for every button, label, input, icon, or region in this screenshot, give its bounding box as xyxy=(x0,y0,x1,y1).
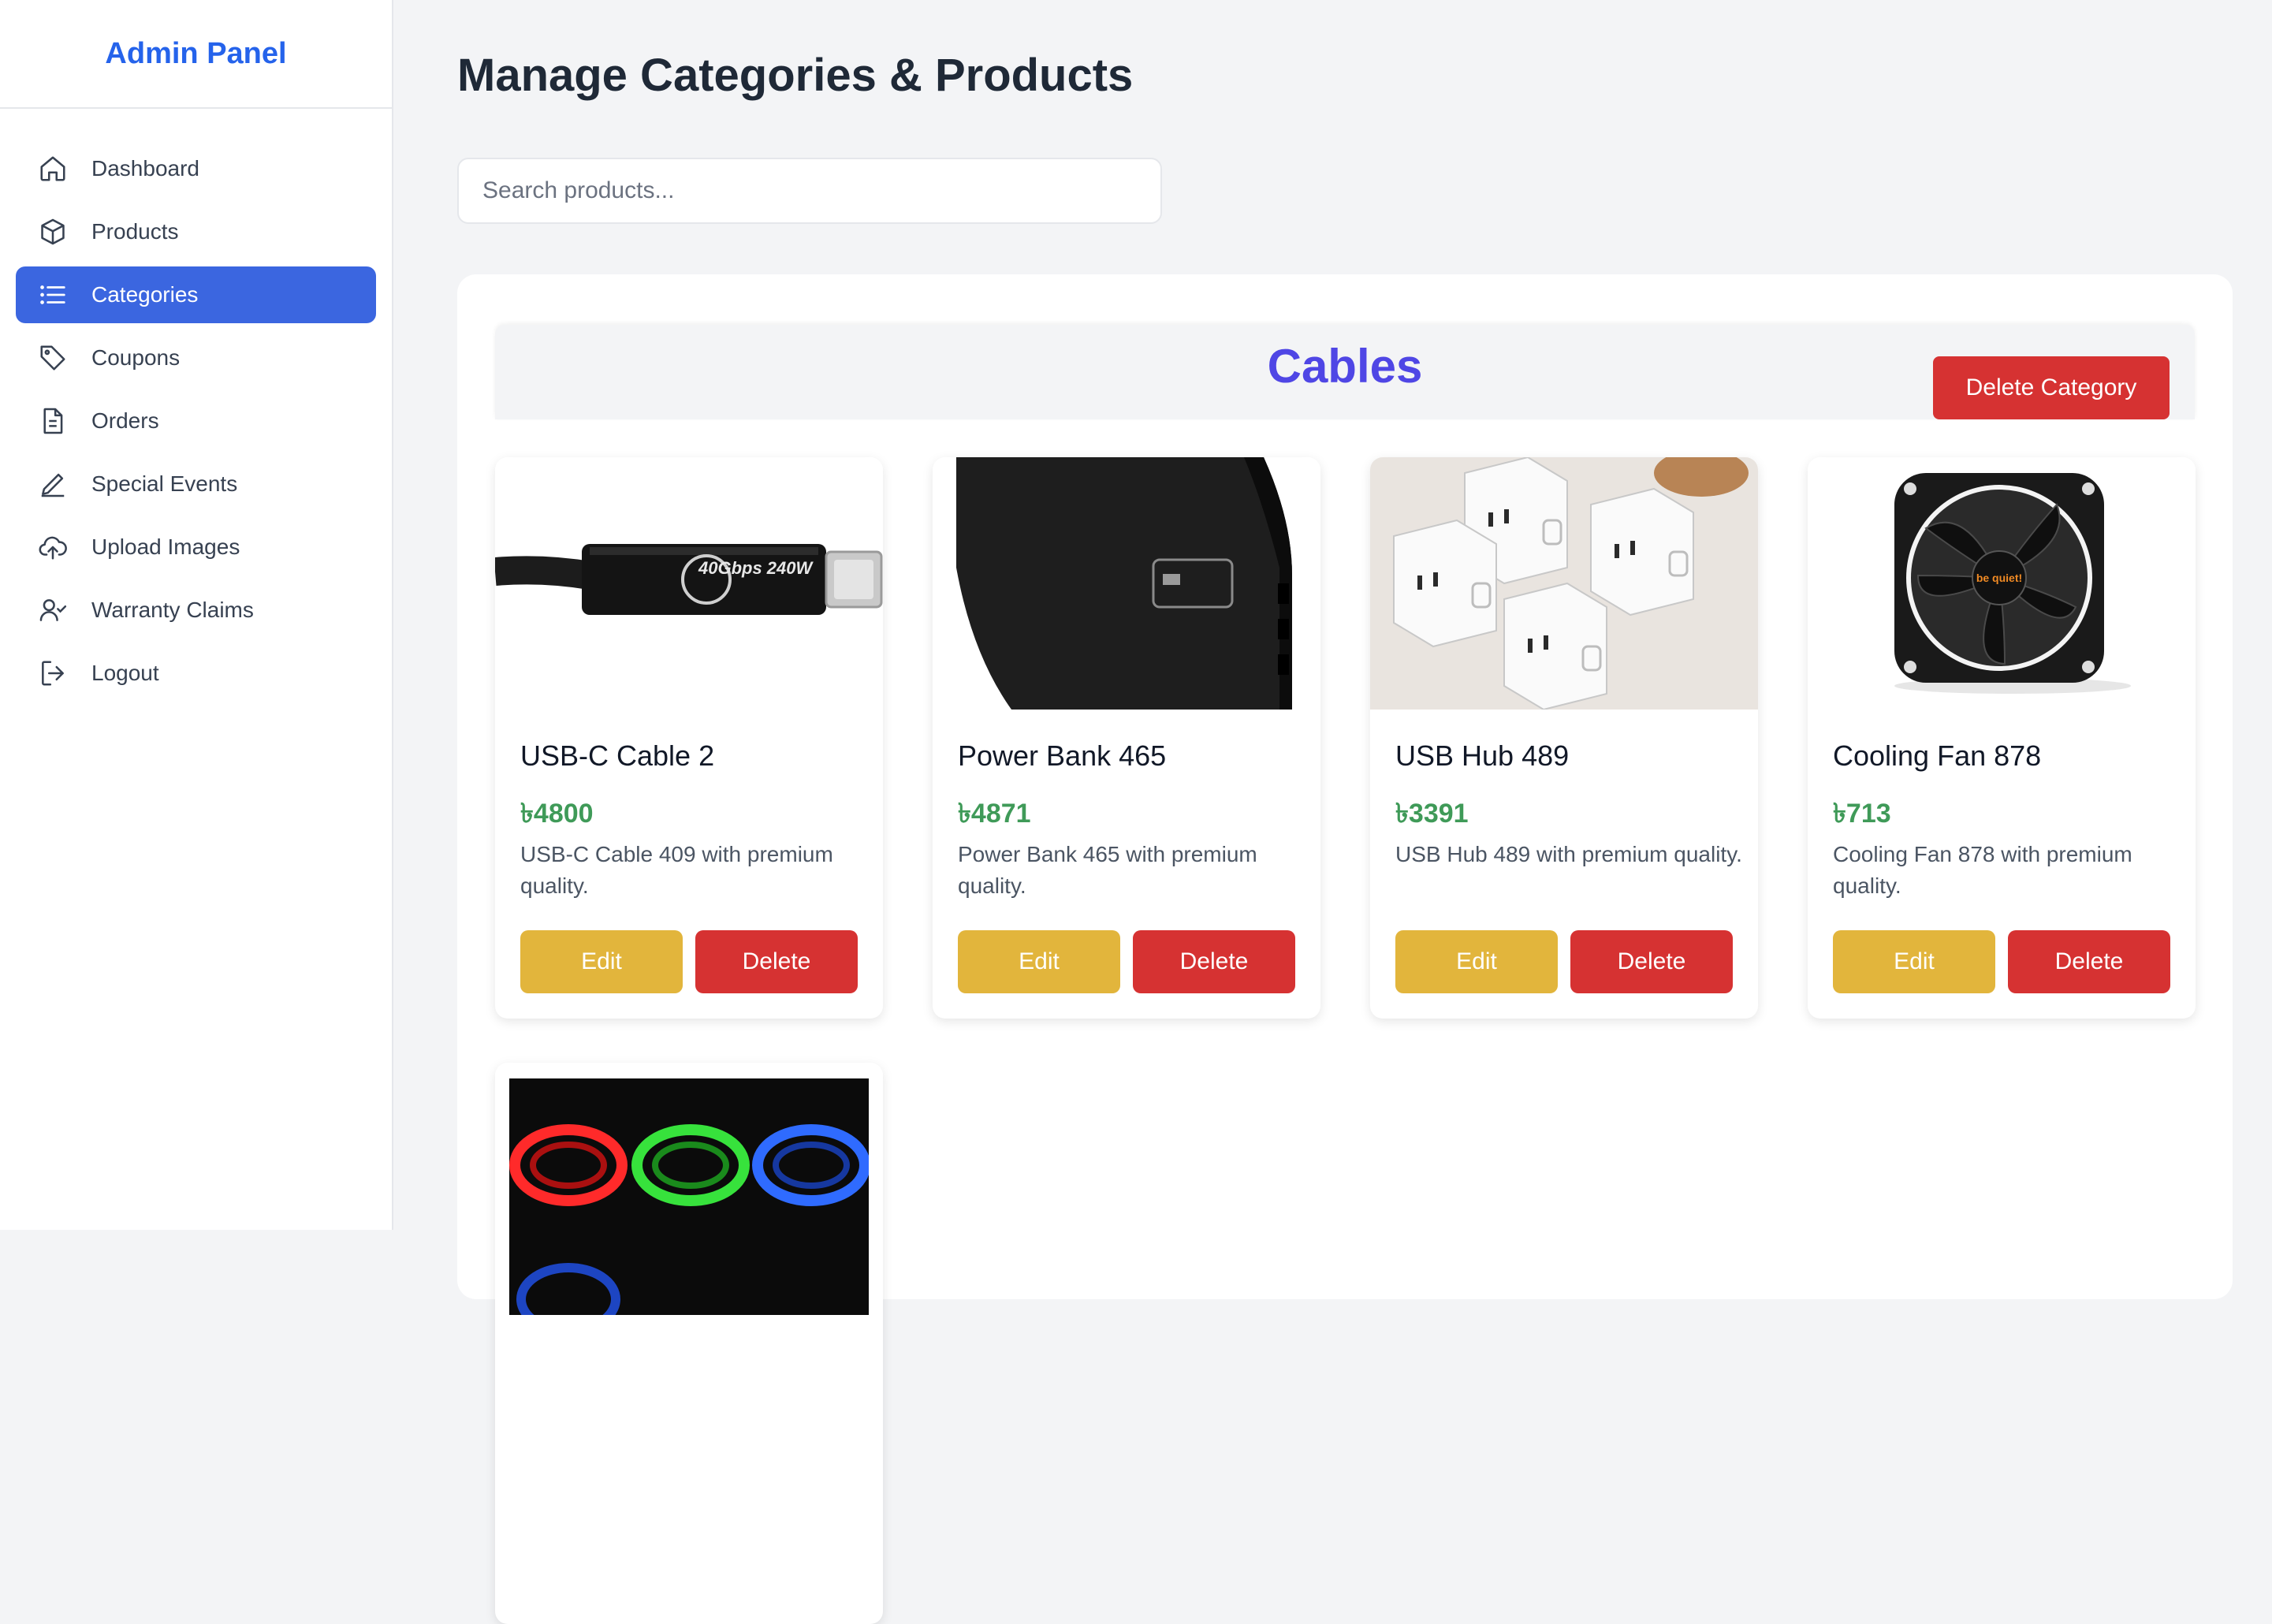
edit-product-button[interactable]: Edit xyxy=(520,930,683,993)
document-icon xyxy=(38,406,68,436)
home-icon xyxy=(38,154,68,184)
product-description: Cooling Fan 878 with premium quality. xyxy=(1833,842,2132,898)
sidebar-item-label: Products xyxy=(91,219,179,244)
brand-title: Admin Panel xyxy=(0,0,392,109)
product-price: ৳713 xyxy=(1833,799,1891,829)
search-input[interactable] xyxy=(457,158,1162,224)
delete-product-button[interactable]: Delete xyxy=(2008,930,2170,993)
product-card: USB Hub 489 ৳3391 USB Hub 489 with premi… xyxy=(1370,457,1758,1019)
delete-product-button[interactable]: Delete xyxy=(1133,930,1295,993)
product-card: be quiet! Cooling Fan 878 ৳713 Cooling F… xyxy=(1808,457,2196,1019)
sidebar-item-upload-images[interactable]: Upload Images xyxy=(16,519,376,575)
sidebar-item-special-events[interactable]: Special Events xyxy=(16,456,376,512)
product-description: USB Hub 489 with premium quality. xyxy=(1395,842,1742,866)
edit-product-button[interactable]: Edit xyxy=(1395,930,1558,993)
product-name: Power Bank 465 xyxy=(958,739,1167,772)
sidebar-item-label: Dashboard xyxy=(91,156,199,181)
list-icon xyxy=(38,280,68,310)
sidebar-item-label: Coupons xyxy=(91,345,181,370)
edit-product-button[interactable]: Edit xyxy=(958,930,1120,993)
box-icon xyxy=(38,217,68,247)
product-name: Cooling Fan 878 xyxy=(1833,739,2042,772)
sidebar-item-categories[interactable]: Categories xyxy=(16,266,376,323)
delete-category-button[interactable]: Delete Category xyxy=(1933,356,2170,419)
sidebar-item-warranty-claims[interactable]: Warranty Claims xyxy=(16,582,376,639)
sidebar-item-orders[interactable]: Orders xyxy=(16,393,376,449)
product-image xyxy=(933,457,1320,710)
sidebar-item-coupons[interactable]: Coupons xyxy=(16,330,376,386)
sidebar-item-label: Warranty Claims xyxy=(91,598,254,622)
sidebar-item-label: Upload Images xyxy=(91,535,240,559)
product-price: ৳4871 xyxy=(958,799,1031,829)
product-image xyxy=(495,1063,883,1315)
product-image xyxy=(1370,457,1758,710)
tag-icon xyxy=(38,343,68,373)
sidebar-item-products[interactable]: Products xyxy=(16,203,376,260)
cloud-upload-icon xyxy=(38,532,68,562)
pencil-icon xyxy=(38,469,68,499)
delete-product-button[interactable]: Delete xyxy=(1570,930,1733,993)
product-card: 40Gbps 240W USB-C Cable 2 ৳4800 USB-C Ca… xyxy=(495,457,883,1019)
sidebar-nav: Dashboard Products Categories Coupons Or… xyxy=(0,109,392,702)
product-image: 40Gbps 240W xyxy=(495,457,883,710)
product-name: USB Hub 489 xyxy=(1395,739,1570,772)
sidebar: Admin Panel Dashboard Products Categorie… xyxy=(0,0,393,1230)
product-price: ৳4800 xyxy=(520,799,594,829)
edit-product-button[interactable]: Edit xyxy=(1833,930,1995,993)
page-title: Manage Categories & Products xyxy=(457,50,1134,101)
product-image: be quiet! xyxy=(1808,457,2196,710)
logout-icon xyxy=(38,658,68,688)
sidebar-item-logout[interactable]: Logout xyxy=(16,645,376,702)
category-panel: Cables Delete Category 40Gbps 240W USB-C… xyxy=(457,274,2233,1624)
product-card xyxy=(495,1063,883,1624)
product-description: Power Bank 465 with premium quality. xyxy=(958,842,1257,898)
sidebar-item-dashboard[interactable]: Dashboard xyxy=(16,140,376,197)
cable-image-text: 40Gbps 240W xyxy=(698,558,814,578)
fan-image-text: be quiet! xyxy=(1976,572,2022,584)
category-header: Cables Delete Category xyxy=(495,325,2195,419)
product-description: USB-C Cable 409 with premium quality. xyxy=(520,842,833,898)
delete-product-button[interactable]: Delete xyxy=(695,930,858,993)
product-price: ৳3391 xyxy=(1395,799,1469,829)
product-name: USB-C Cable 2 xyxy=(520,739,715,772)
user-check-icon xyxy=(38,595,68,625)
product-card: Power Bank 465 ৳4871 Power Bank 465 with… xyxy=(933,457,1320,1019)
sidebar-item-label: Orders xyxy=(91,408,159,433)
sidebar-item-label: Special Events xyxy=(91,471,238,496)
sidebar-item-label: Categories xyxy=(91,282,199,307)
sidebar-item-label: Logout xyxy=(91,661,159,685)
